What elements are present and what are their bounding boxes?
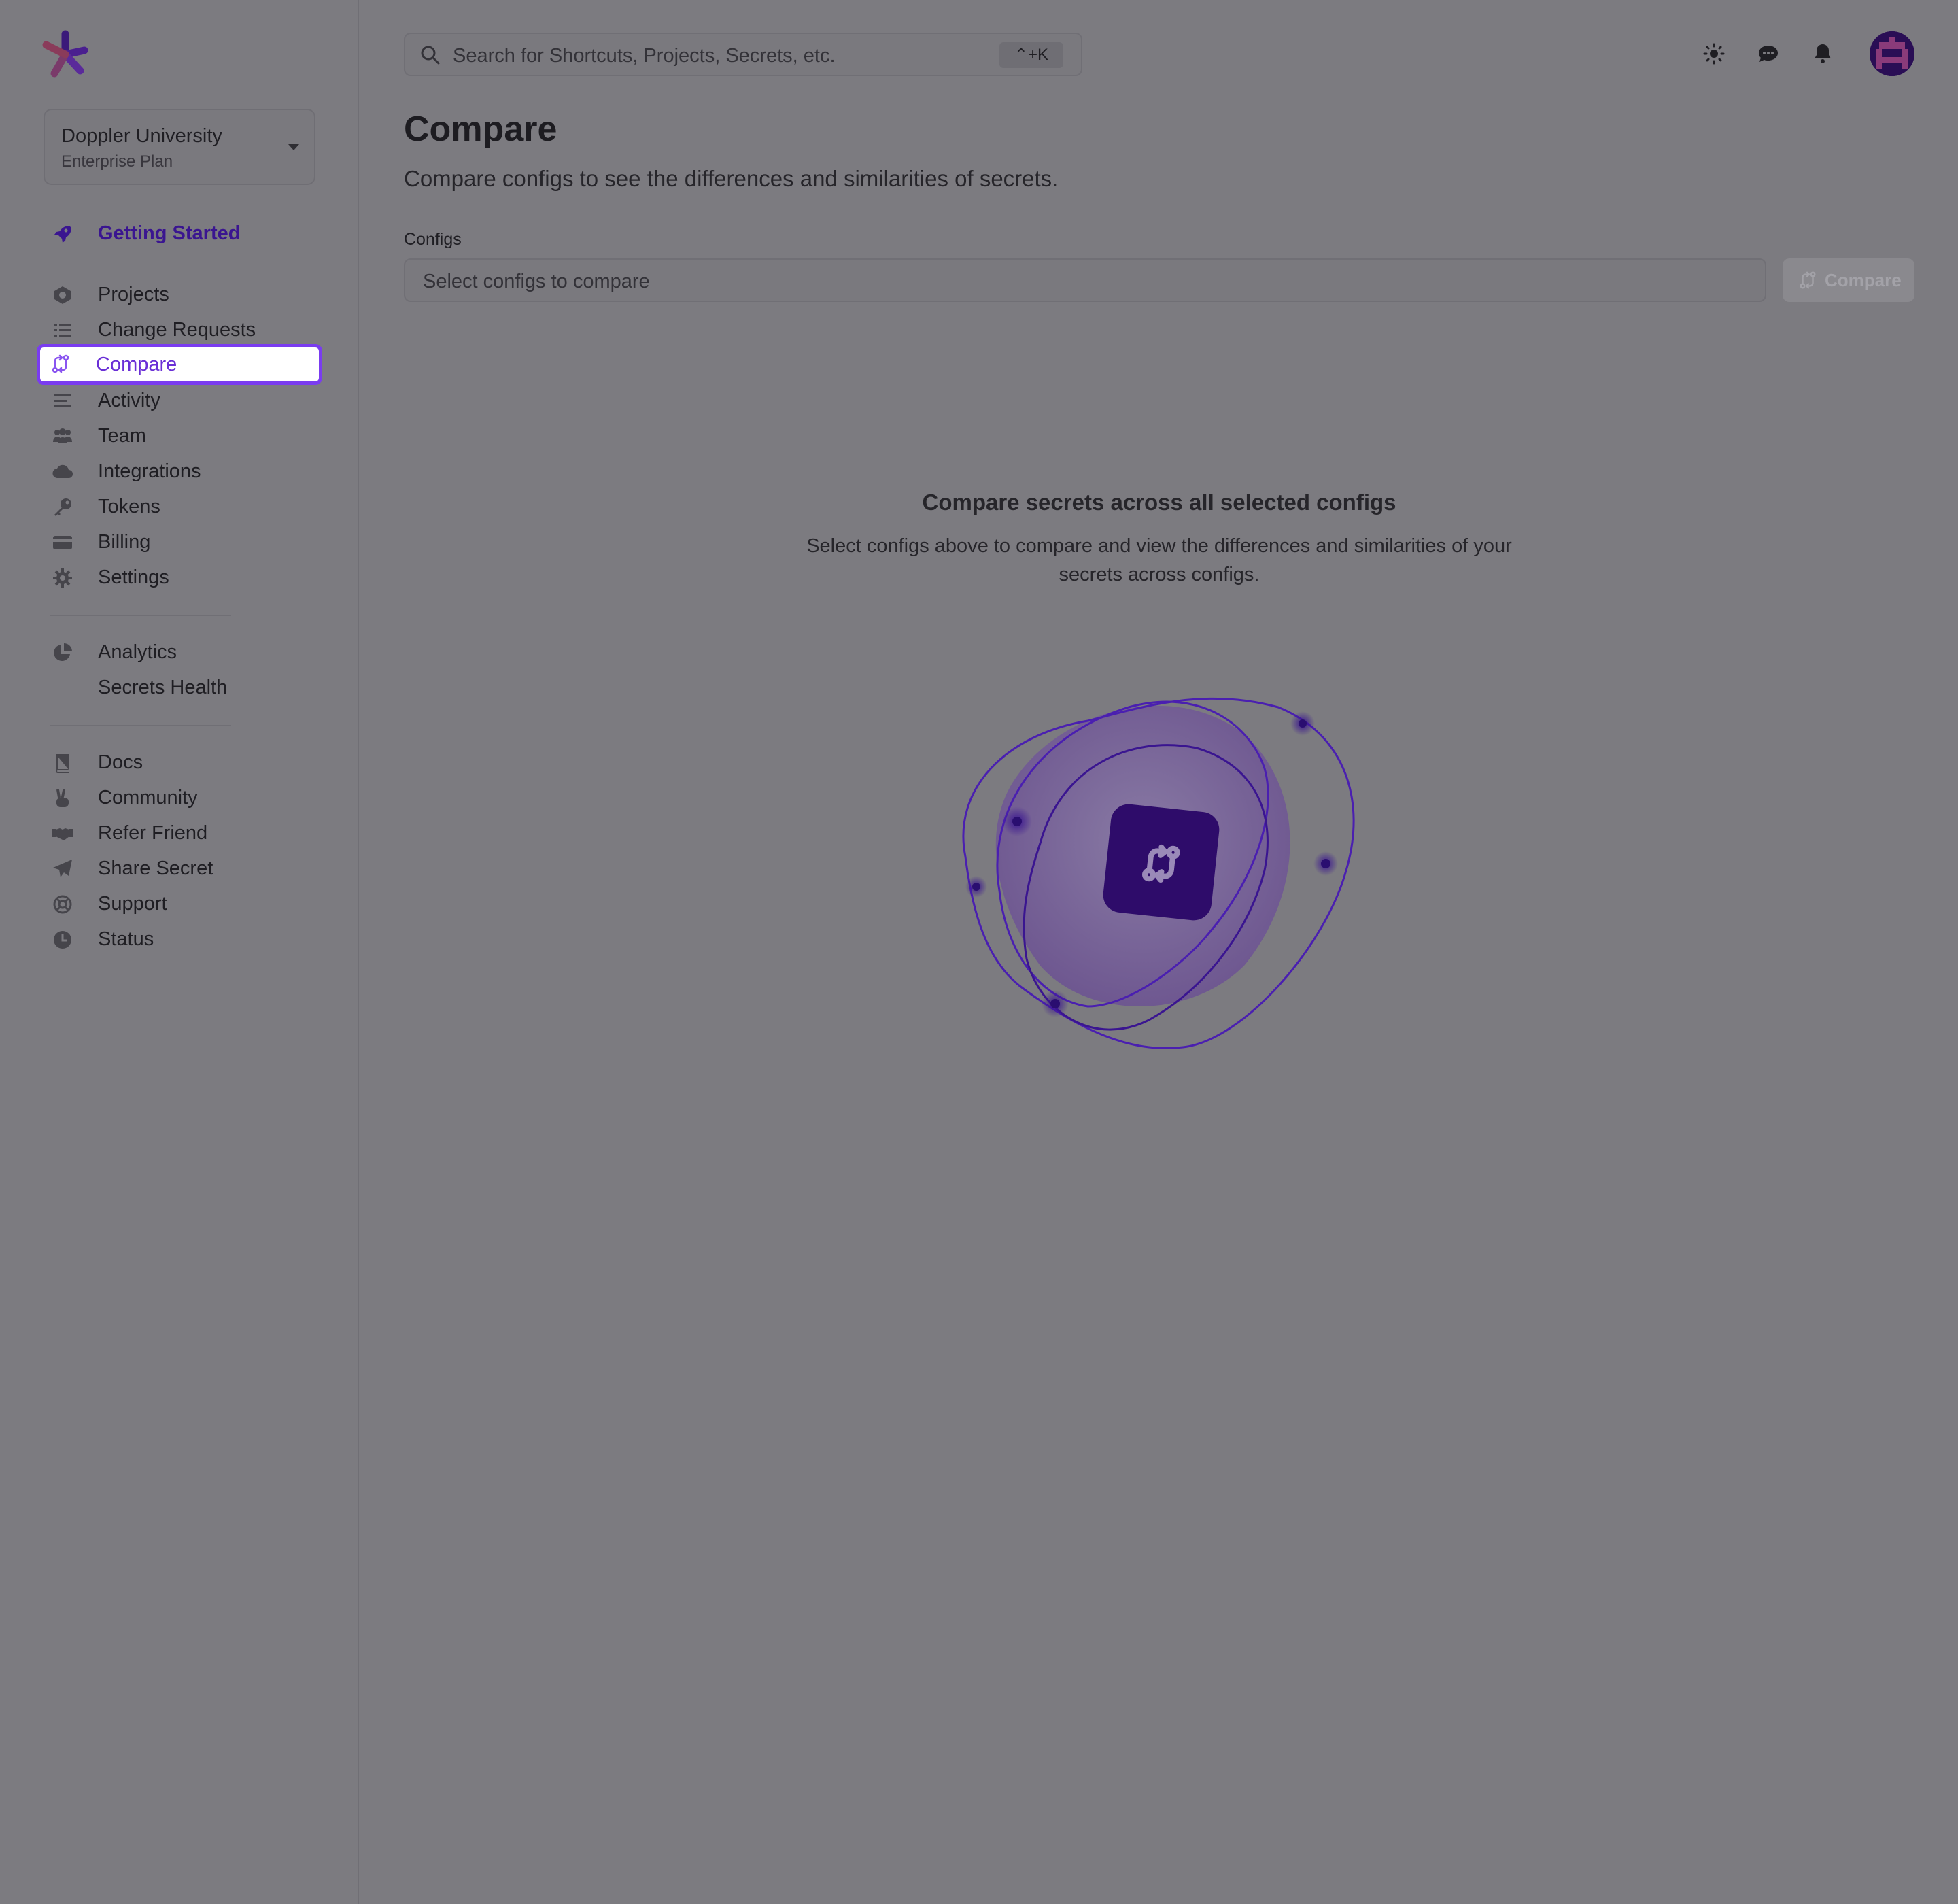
page-title: Compare [404,109,557,149]
sidebar-item-compare[interactable]: Compare [37,344,322,385]
paper-plane-icon [53,860,72,877]
sidebar-item-share-secret[interactable]: Share Secret [38,850,321,888]
search-icon [421,46,440,65]
configs-select[interactable]: Select configs to compare [404,258,1766,302]
configs-label: Configs [404,230,462,249]
projects-icon [54,286,71,304]
chevron-down-icon [288,144,299,150]
workspace-plan: Enterprise Plan [61,152,173,171]
sidebar-item-support[interactable]: Support [38,885,321,923]
sidebar-divider [50,615,231,616]
clock-icon [54,931,71,949]
sidebar-item-billing[interactable]: Billing [38,524,321,562]
sidebar-item-label: Compare [96,354,177,375]
gear-icon [53,568,72,588]
sidebar-item-settings[interactable]: Settings [38,559,321,597]
bell-icon[interactable] [1811,42,1834,65]
sidebar-item-label: Status [98,928,154,950]
activity-icon [54,394,71,407]
sidebar-item-analytics[interactable]: Analytics [38,634,321,672]
sidebar-divider [50,725,231,726]
pie-chart-icon [54,643,72,661]
search-placeholder: Search for Shortcuts, Projects, Secrets,… [453,45,836,67]
sidebar-item-projects[interactable]: Projects [38,276,321,314]
team-icon [53,428,72,443]
sidebar-item-label: Getting Started [98,222,241,244]
empty-state-title: Compare secrets across all selected conf… [922,490,1396,515]
sidebar: Doppler University Enterprise Plan Getti… [0,0,359,1904]
compare-illustration [962,697,1355,1050]
sidebar-item-label: Community [98,787,198,809]
compare-icon [1800,271,1816,289]
compare-icon [52,354,69,373]
sidebar-item-label: Projects [98,284,169,305]
sidebar-item-status[interactable]: Status [38,921,321,959]
cloud-icon [52,464,73,479]
sidebar-item-label: Integrations [98,460,201,482]
sidebar-item-refer-friend[interactable]: Refer Friend [38,815,321,853]
user-avatar[interactable] [1870,31,1914,76]
compare-button[interactable]: Compare [1783,258,1914,302]
sidebar-item-label: Activity [98,390,160,411]
sidebar-item-docs[interactable]: Docs [38,744,321,782]
sidebar-item-secrets-health[interactable]: Secrets Health [38,669,321,707]
sidebar-item-team[interactable]: Team [38,418,321,456]
avatar-image [1870,31,1914,76]
configs-placeholder: Select configs to compare [423,271,650,292]
workspace-name: Doppler University [61,125,222,147]
sidebar-item-community[interactable]: Community [38,779,321,817]
theme-toggle-icon[interactable] [1702,42,1725,65]
book-icon [56,754,69,773]
compare-button-label: Compare [1825,270,1902,290]
handshake-icon [52,828,73,840]
keyboard-shortcut-badge: ⌃+K [999,42,1063,68]
rocket-icon [54,226,71,243]
sidebar-item-label: Secrets Health [98,677,228,698]
workspace-switcher[interactable]: Doppler University Enterprise Plan [44,109,315,185]
credit-card-icon [53,536,72,549]
sidebar-item-label: Share Secret [98,857,213,879]
sidebar-item-label: Billing [98,531,151,553]
page-subtitle: Compare configs to see the differences a… [404,166,1059,191]
empty-state-description: Select configs above to compare and view… [806,535,1512,585]
sidebar-item-label: Support [98,893,167,915]
sidebar-item-label: Docs [98,751,143,773]
list-check-icon [54,324,71,337]
sidebar-item-activity[interactable]: Activity [38,382,321,420]
peace-hand-icon [56,789,69,807]
doppler-logo[interactable] [41,30,90,79]
chat-icon[interactable] [1757,42,1780,65]
sidebar-item-getting-started[interactable]: Getting Started [38,215,321,253]
sidebar-item-label: Refer Friend [98,822,208,844]
sidebar-item-label: Analytics [98,641,177,663]
search-bar[interactable]: Search for Shortcuts, Projects, Secrets,… [404,33,1082,76]
sidebar-item-label: Change Requests [98,319,256,341]
sidebar-item-label: Settings [98,566,169,588]
lifebuoy-icon [53,895,72,914]
sidebar-item-label: Team [98,425,146,447]
sidebar-item-integrations[interactable]: Integrations [38,453,321,491]
